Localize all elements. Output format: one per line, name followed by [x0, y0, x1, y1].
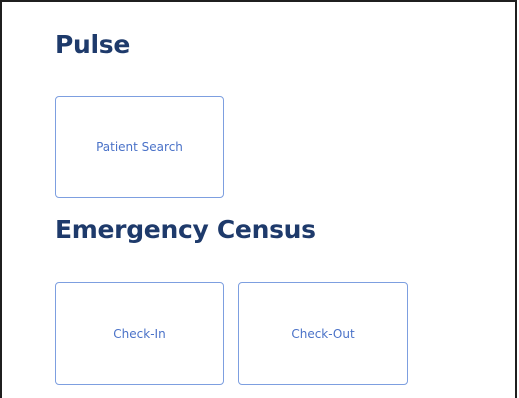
section-title-pulse: Pulse — [55, 30, 131, 59]
section-title-emergency-census: Emergency Census — [55, 215, 316, 244]
check-out-label: Check-Out — [291, 326, 355, 341]
check-in-tile[interactable]: Check-In — [55, 282, 224, 385]
check-out-tile[interactable]: Check-Out — [238, 282, 408, 385]
app-panel: Pulse Patient Search Emergency Census Ch… — [0, 0, 517, 398]
patient-search-tile[interactable]: Patient Search — [55, 96, 224, 198]
patient-search-label: Patient Search — [96, 140, 183, 154]
check-in-label: Check-In — [113, 326, 166, 341]
